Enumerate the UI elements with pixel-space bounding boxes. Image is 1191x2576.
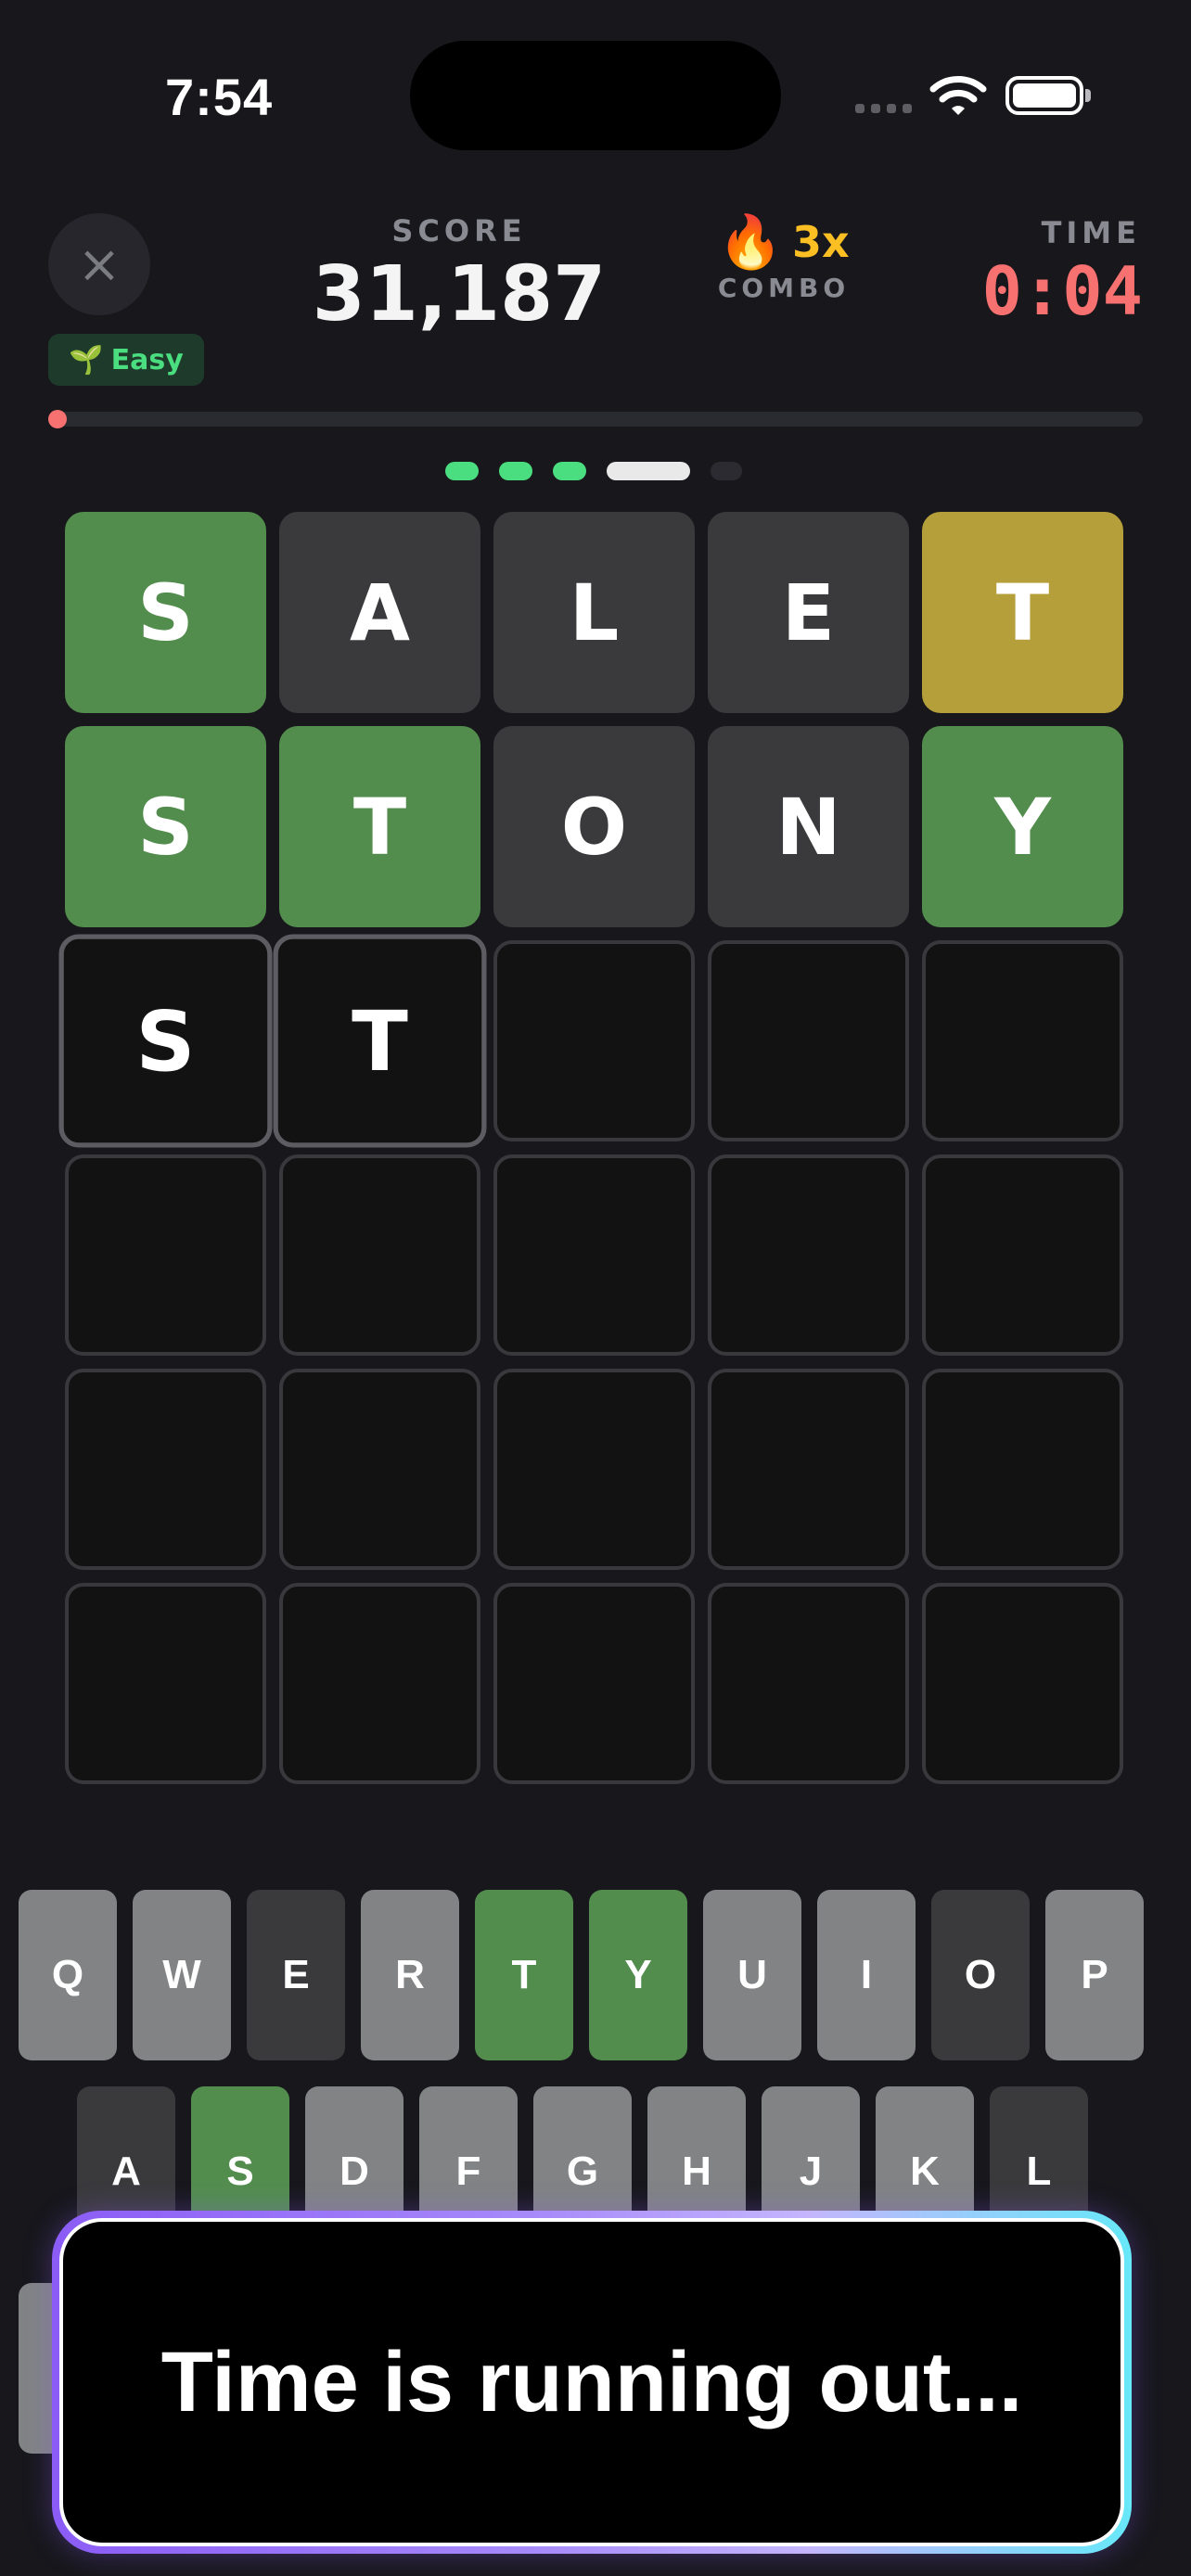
board-row: ST [58,934,1126,1148]
letter-tile: A [279,512,480,713]
letter-tile [65,1369,266,1570]
game-screen: 7:54 × 🌱 Easy SCORE 31,187 🔥 3x COMBO TI… [0,0,1191,2576]
difficulty-label: Easy [110,343,184,376]
letter-tile: O [493,726,695,927]
key-t[interactable]: T [475,1890,573,2060]
letter-tile [708,940,909,1141]
letter-tile [493,1583,695,1784]
difficulty-badge: 🌱 Easy [48,334,204,386]
letter-tile [279,1369,480,1570]
board-row: STONY [65,726,1126,927]
board-row [65,1369,1126,1570]
board-row [65,1154,1126,1356]
battery-icon [1005,76,1083,115]
toast-message: Time is running out... [160,2334,1023,2429]
round-dot [499,462,532,480]
game-board: SALETSTONYST [58,512,1126,1797]
letter-tile [65,1154,266,1356]
letter-tile [922,1583,1123,1784]
round-dot [607,462,690,480]
letter-tile: T [279,726,480,927]
letter-tile [279,1583,480,1784]
combo-label: COMBO [717,273,851,303]
cellular-signal-icon [855,104,912,113]
letter-tile: N [708,726,909,927]
sprout-icon: 🌱 [69,343,104,376]
time-warning-toast: Time is running out... [52,2211,1132,2554]
keyboard-row: QWERTYUIOP [19,1890,1172,2060]
letter-tile [65,1583,266,1784]
letter-tile [922,940,1123,1141]
wifi-icon [929,76,987,115]
key-e[interactable]: E [247,1890,345,2060]
round-dot [445,462,479,480]
letter-tile [922,1154,1123,1356]
board-row [65,1583,1126,1784]
key-u[interactable]: U [703,1890,801,2060]
time-progress-fill [48,410,67,428]
round-dot [553,462,586,480]
letter-tile: L [493,512,695,713]
status-time: 7:54 [165,68,274,126]
time-progress-bar [48,410,1143,428]
key-p[interactable]: P [1045,1890,1144,2060]
letter-tile: E [708,512,909,713]
board-row: SALET [65,512,1126,713]
combo-multiplier: 3x [792,217,850,267]
combo-indicator: 🔥 3x [714,210,853,274]
letter-tile: T [273,934,487,1148]
letter-tile [279,1154,480,1356]
key-r[interactable]: R [361,1890,459,2060]
letter-tile [708,1583,909,1784]
time-value: 0:04 [981,252,1143,330]
letter-tile [922,1369,1123,1570]
close-icon: × [77,234,122,295]
close-button[interactable]: × [48,213,150,315]
letter-tile: T [922,512,1123,713]
key-o[interactable]: O [931,1890,1030,2060]
score-value: 31,187 [312,250,607,338]
letter-tile: S [58,934,273,1148]
letter-tile [493,1369,695,1570]
letter-tile [708,1369,909,1570]
letter-tile [493,940,695,1141]
round-dot [711,462,742,480]
time-label: TIME [1041,215,1141,250]
key-q[interactable]: Q [19,1890,117,2060]
letter-tile: Y [922,726,1123,927]
score-label: SCORE [391,213,527,249]
round-indicator [445,462,742,480]
key-i[interactable]: I [817,1890,916,2060]
letter-tile [493,1154,695,1356]
key-y[interactable]: Y [589,1890,687,2060]
key-w[interactable]: W [133,1890,231,2060]
letter-tile: S [65,726,266,927]
letter-tile [708,1154,909,1356]
dynamic-island [410,41,781,150]
fire-icon: 🔥 [718,212,784,273]
letter-tile: S [65,512,266,713]
